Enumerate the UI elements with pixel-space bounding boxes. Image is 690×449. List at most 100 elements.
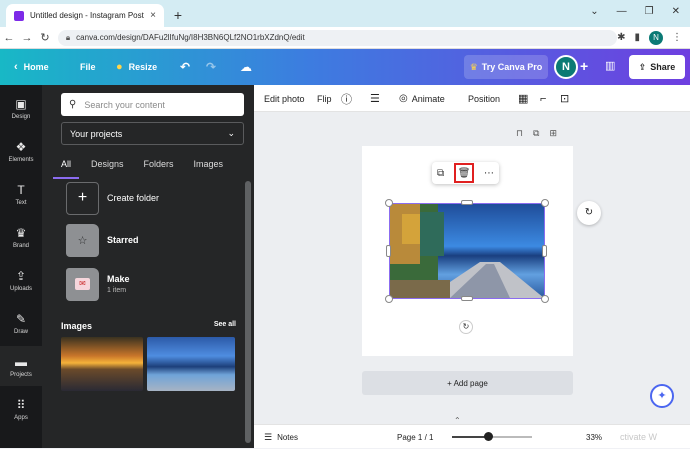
minimize-icon[interactable]: — bbox=[617, 6, 627, 17]
activate-windows-watermark: ctivate W bbox=[620, 432, 658, 442]
maximize-icon[interactable]: ❐ bbox=[645, 6, 654, 17]
resize-handle-bottom-left[interactable] bbox=[385, 295, 393, 303]
element-floating-toolbar: ⧉ 🗑︎ ⋯ bbox=[432, 162, 499, 184]
make-folder-item[interactable]: ✉ Make 1 item bbox=[66, 267, 236, 301]
resize-handle-left[interactable] bbox=[386, 245, 391, 257]
magic-assistant-icon[interactable]: ✦ bbox=[650, 384, 674, 408]
side-rail: ▣ Design ❖ Elements T Text ♛ Brand ⇪ Upl… bbox=[0, 85, 42, 448]
undo-icon[interactable]: ↶ bbox=[180, 49, 190, 85]
create-folder-item[interactable]: + Create folder bbox=[66, 181, 236, 215]
crown-icon: ● bbox=[116, 61, 123, 73]
close-tab-icon[interactable]: × bbox=[150, 10, 156, 21]
cloud-sync-icon[interactable]: ☁ bbox=[240, 49, 252, 85]
tab-folders[interactable]: Folders bbox=[144, 159, 174, 179]
try-canva-pro-button[interactable]: ♛ Try Canva Pro bbox=[464, 55, 548, 79]
rail-item-draw[interactable]: ✎ Draw bbox=[0, 303, 42, 343]
edit-photo-button[interactable]: Edit photo bbox=[264, 85, 305, 112]
rail-label: Draw bbox=[13, 328, 28, 335]
forward-icon[interactable]: → bbox=[18, 32, 36, 44]
tab-images[interactable]: Images bbox=[194, 159, 224, 179]
lake-image-thumbnail[interactable] bbox=[147, 337, 235, 391]
elements-icon: ❖ bbox=[15, 139, 27, 154]
resize-handle-bottom[interactable] bbox=[461, 296, 473, 301]
rail-item-projects[interactable]: ▬ Projects bbox=[0, 346, 42, 386]
insights-icon[interactable]: ▥ bbox=[605, 59, 615, 72]
more-options-icon[interactable]: ⋯ bbox=[484, 168, 494, 179]
brand-icon: ♛ bbox=[15, 225, 27, 240]
browser-toolbar: ← → ↻ 🔒︎ canva.com/design/DAFu2lIfuNg/I8… bbox=[0, 27, 690, 49]
folder-icon: ✉ bbox=[66, 267, 99, 301]
page-actions: ⊓ ⧉ ⊞ bbox=[516, 128, 557, 139]
projects-dropdown[interactable]: Your projects ⌄ bbox=[61, 122, 244, 145]
lock-icon[interactable]: ⊡ bbox=[560, 85, 569, 112]
regenerate-icon[interactable]: ↻ bbox=[577, 201, 601, 225]
resize-handle-bottom-right[interactable] bbox=[541, 295, 549, 303]
starred-folder-item[interactable]: ☆ Starred bbox=[66, 223, 236, 257]
rail-item-apps[interactable]: ⠿ Apps bbox=[0, 389, 42, 429]
delete-trash-icon[interactable]: 🗑︎ bbox=[454, 163, 475, 183]
folder-name: Starred bbox=[107, 235, 139, 245]
rail-item-text[interactable]: T Text bbox=[0, 174, 42, 214]
notes-button[interactable]: ☰ Notes bbox=[264, 425, 298, 449]
share-button[interactable]: ⇪ Share bbox=[629, 55, 685, 79]
rail-item-brand[interactable]: ♛ Brand bbox=[0, 217, 42, 257]
browser-menu-icon[interactable]: ⋮ bbox=[672, 32, 682, 43]
position-button[interactable]: Position bbox=[468, 85, 500, 112]
zoom-percentage[interactable]: 33% bbox=[586, 425, 602, 449]
add-page-icon[interactable]: ⊞ bbox=[549, 128, 557, 139]
browser-tab[interactable]: Untitled design - Instagram Post × bbox=[6, 4, 164, 27]
apps-grid-icon: ⠿ bbox=[16, 397, 26, 412]
try-pro-label: Try Canva Pro bbox=[481, 62, 543, 72]
search-input[interactable]: ⚲ Search your content bbox=[61, 93, 244, 116]
selected-image[interactable] bbox=[389, 203, 545, 299]
resize-button[interactable]: ● Resize bbox=[116, 49, 157, 85]
resize-handle-top[interactable] bbox=[461, 200, 473, 205]
border-style-icon[interactable]: ☰ bbox=[370, 85, 380, 112]
tab-all[interactable]: All bbox=[52, 159, 80, 179]
tab-search-icon[interactable]: ⌄ bbox=[590, 6, 598, 17]
chevron-down-icon: ⌄ bbox=[227, 128, 235, 138]
rail-item-elements[interactable]: ❖ Elements bbox=[0, 131, 42, 171]
back-icon[interactable]: ← bbox=[0, 32, 18, 44]
profile-avatar[interactable]: N bbox=[649, 30, 663, 45]
reload-icon[interactable]: ↻ bbox=[36, 31, 54, 44]
text-icon: T bbox=[17, 182, 25, 197]
home-button[interactable]: ‹ Home bbox=[14, 49, 49, 85]
animate-button[interactable]: ◎ Animate bbox=[399, 85, 445, 112]
see-all-link[interactable]: See all bbox=[214, 321, 236, 331]
duplicate-page-icon[interactable]: ⧉ bbox=[533, 128, 539, 139]
add-page-button[interactable]: + Add page bbox=[362, 371, 573, 395]
sunset-image-thumbnail[interactable] bbox=[61, 337, 143, 391]
file-menu-button[interactable]: File bbox=[80, 49, 96, 85]
resize-handle-top-left[interactable] bbox=[385, 199, 393, 207]
lock-page-icon[interactable]: ⊓ bbox=[516, 128, 523, 139]
rail-item-uploads[interactable]: ⇪ Uploads bbox=[0, 260, 42, 300]
extensions-icon[interactable]: ✱ bbox=[617, 32, 625, 43]
sidepanel-icon[interactable]: ▮ bbox=[634, 32, 640, 43]
rotate-handle-icon[interactable]: ↻ bbox=[459, 320, 473, 334]
new-tab-button[interactable]: + bbox=[170, 4, 186, 27]
resize-handle-top-right[interactable] bbox=[541, 199, 549, 207]
address-bar[interactable]: 🔒︎ canva.com/design/DAFu2lIfuNg/I8H3BN6Q… bbox=[57, 29, 618, 46]
folder-name: Make bbox=[107, 274, 130, 284]
transparency-icon[interactable]: ▦ bbox=[518, 85, 528, 112]
user-avatar[interactable]: N bbox=[554, 55, 578, 79]
panel-scrollbar[interactable] bbox=[245, 181, 251, 443]
close-window-icon[interactable]: ✕ bbox=[672, 6, 680, 17]
tab-designs[interactable]: Designs bbox=[91, 159, 124, 179]
add-collaborator-icon[interactable]: + bbox=[580, 58, 588, 74]
crown-icon: ♛ bbox=[469, 61, 478, 72]
lock-icon[interactable]: 🔒︎ bbox=[66, 33, 70, 43]
flip-button[interactable]: Flip bbox=[317, 85, 332, 112]
resize-handle-right[interactable] bbox=[542, 245, 547, 257]
rail-label: Uploads bbox=[9, 285, 32, 292]
browser-tab-title: Untitled design - Instagram Post bbox=[30, 11, 144, 20]
zoom-slider-handle[interactable] bbox=[484, 432, 494, 441]
rail-item-design[interactable]: ▣ Design bbox=[0, 88, 42, 128]
redo-icon[interactable]: ↷ bbox=[206, 49, 216, 85]
duplicate-icon[interactable]: ⧉ bbox=[437, 168, 444, 179]
paint-roller-icon[interactable]: ⌐ bbox=[540, 85, 546, 112]
info-icon[interactable]: ⓘ bbox=[341, 85, 352, 112]
page-indicator[interactable]: Page 1 / 1 bbox=[397, 425, 433, 449]
rail-label: Apps bbox=[14, 414, 28, 421]
